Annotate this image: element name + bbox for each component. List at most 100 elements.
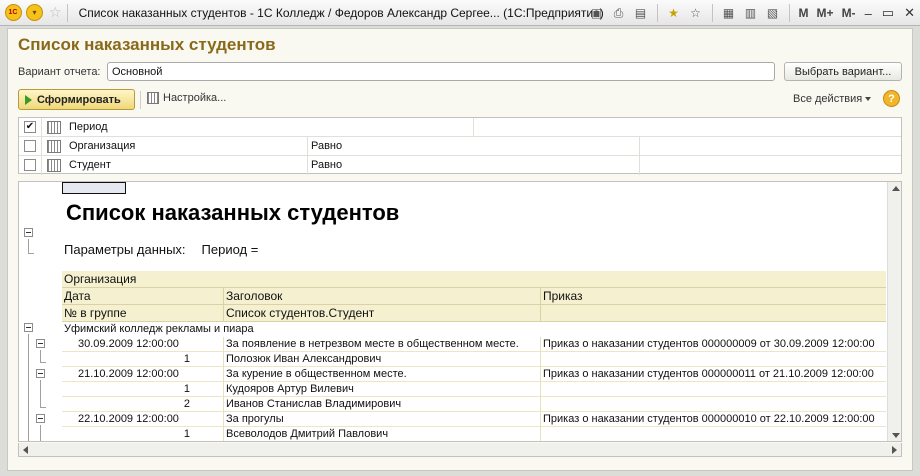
column-divider	[639, 156, 640, 175]
grouping-gutter	[19, 182, 61, 441]
column-divider	[41, 118, 42, 137]
table-row[interactable]: 22.10.2009 12:00:00 За прогулы Приказ о …	[62, 412, 886, 427]
column-divider	[223, 397, 224, 412]
heading-cell: За прогулы	[226, 413, 284, 425]
chevron-down-icon	[865, 97, 872, 101]
settings-button[interactable]: Настройка...	[147, 92, 226, 104]
variant-input[interactable]	[107, 62, 775, 81]
vertical-scrollbar[interactable]	[887, 182, 901, 441]
collapse-icon[interactable]	[24, 228, 33, 237]
save-icon[interactable]: ▣	[589, 5, 605, 21]
calculator-icon[interactable]: ▦	[721, 5, 737, 21]
settings-row-period[interactable]: ✔ Период	[19, 118, 901, 137]
student-cell: Полозюк Иван Александрович	[226, 353, 382, 365]
number-cell: 2	[183, 398, 190, 410]
collapse-icon[interactable]	[36, 414, 45, 423]
scroll-up-icon[interactable]	[892, 186, 900, 191]
toolbar-separator	[656, 4, 658, 22]
number-cell: 1	[183, 428, 190, 440]
help-icon[interactable]: ?	[883, 90, 900, 107]
report-spreadsheet[interactable]: Список наказанных студентов Параметры да…	[18, 181, 902, 442]
checkbox[interactable]	[24, 159, 36, 171]
tree-line	[28, 239, 29, 253]
window-title: Список наказанных студентов - 1С Колледж…	[78, 5, 604, 20]
settings-label: Настройка...	[163, 92, 227, 104]
collapse-icon[interactable]	[36, 369, 45, 378]
params-label: Параметры данных:	[64, 242, 186, 257]
settings-row-organization[interactable]: Организация Равно	[19, 137, 901, 156]
form-title: Список наказанных студентов	[18, 35, 276, 54]
params-value: Период =	[201, 242, 259, 257]
maximize-icon[interactable]: ▭	[882, 5, 894, 21]
table-row[interactable]: 1 Кудояров Артур Вилевич	[62, 382, 886, 397]
notes-icon[interactable]: ▧	[765, 5, 781, 21]
field-name: Организация	[69, 140, 136, 152]
checkbox[interactable]: ✔	[24, 121, 36, 133]
field-condition[interactable]: Равно	[311, 140, 342, 152]
column-divider	[540, 412, 541, 427]
column-divider	[540, 382, 541, 397]
toolbar-separator	[66, 3, 68, 22]
date-cell: 30.09.2009 12:00:00	[78, 338, 179, 350]
column-divider	[540, 352, 541, 367]
table-row[interactable]: 2 Иванов Станислав Владимирович	[62, 397, 886, 412]
app-logo-icon[interactable]: 1С	[4, 4, 22, 22]
date-cell: 21.10.2009 12:00:00	[78, 368, 179, 380]
close-icon[interactable]: ✕	[904, 5, 915, 21]
choose-variant-button[interactable]: Выбрать вариант...	[784, 62, 902, 81]
field-condition[interactable]: Равно	[311, 159, 342, 171]
header-cell: Заголовок	[226, 289, 283, 303]
tree-line	[40, 425, 41, 441]
student-cell: Кудояров Артур Вилевич	[226, 383, 354, 395]
tree-line	[40, 407, 46, 408]
memory-subtract-button[interactable]: M-	[842, 6, 856, 20]
table-row[interactable]: 1 Всеволодов Дмитрий Павлович	[62, 427, 886, 441]
heading-cell: За появление в нетрезвом месте в обществ…	[226, 338, 519, 350]
report-parameters: Параметры данных: Период =	[64, 242, 258, 257]
titlebar-tools: ▣ ⎙ ▤ ★ ☆ ▦ ▥ ▧ M M+ M- – ▭ ✕	[586, 0, 920, 26]
collapse-icon[interactable]	[36, 339, 45, 348]
play-icon	[25, 94, 32, 105]
student-cell: Всеволодов Дмитрий Павлович	[226, 428, 389, 440]
main-menu-icon[interactable]: ▾	[26, 4, 43, 21]
toolbar-separator	[788, 4, 790, 22]
table-row[interactable]: 30.09.2009 12:00:00 За появление в нетре…	[62, 337, 886, 352]
field-name: Студент	[69, 159, 111, 171]
table-row[interactable]: 21.10.2009 12:00:00 За курение в обществ…	[62, 367, 886, 382]
add-favorite-icon[interactable]: ★	[666, 5, 682, 21]
favorites-star-icon[interactable]: ☆	[49, 4, 62, 21]
column-divider	[41, 156, 42, 175]
organization-row[interactable]: Уфимский колледж рекламы и пиара	[19, 322, 886, 337]
checkbox[interactable]	[24, 140, 36, 152]
memory-add-button[interactable]: M+	[817, 6, 834, 20]
selected-cell[interactable]	[62, 182, 126, 194]
print-icon[interactable]: ⎙	[611, 5, 627, 21]
scroll-left-icon[interactable]	[23, 446, 28, 454]
header-cell: Приказ	[543, 289, 583, 303]
horizontal-scrollbar[interactable]	[18, 443, 902, 457]
column-divider	[307, 137, 308, 156]
scroll-down-icon[interactable]	[892, 433, 900, 438]
tree-line	[28, 253, 34, 254]
header-row-organization: Организация	[62, 271, 886, 288]
settings-table: ✔ Период Организация Равно Студент Равно	[18, 117, 902, 175]
field-icon	[47, 159, 61, 172]
column-divider	[540, 337, 541, 352]
number-cell: 1	[183, 353, 190, 365]
minimize-icon[interactable]: –	[865, 6, 872, 21]
number-cell: 1	[183, 383, 190, 395]
report-form: Список наказанных студентов Вариант отче…	[7, 28, 913, 471]
table-row[interactable]: 1 Полозюк Иван Александрович	[62, 352, 886, 367]
preview-icon[interactable]: ▤	[633, 5, 649, 21]
column-divider	[540, 397, 541, 412]
heading-cell: За курение в общественном месте.	[226, 368, 407, 380]
window-titlebar: 1С ▾ ☆ Список наказанных студентов - 1С …	[0, 0, 920, 26]
favorites-icon[interactable]: ☆	[688, 5, 704, 21]
settings-row-student[interactable]: Студент Равно	[19, 156, 901, 175]
scroll-right-icon[interactable]	[892, 446, 897, 454]
generate-button[interactable]: Сформировать	[18, 89, 135, 110]
all-actions-menu[interactable]: Все действия	[793, 93, 872, 105]
memory-button[interactable]: M	[799, 6, 809, 20]
student-cell: Иванов Станислав Владимирович	[226, 398, 402, 410]
calendar-icon[interactable]: ▥	[743, 5, 759, 21]
